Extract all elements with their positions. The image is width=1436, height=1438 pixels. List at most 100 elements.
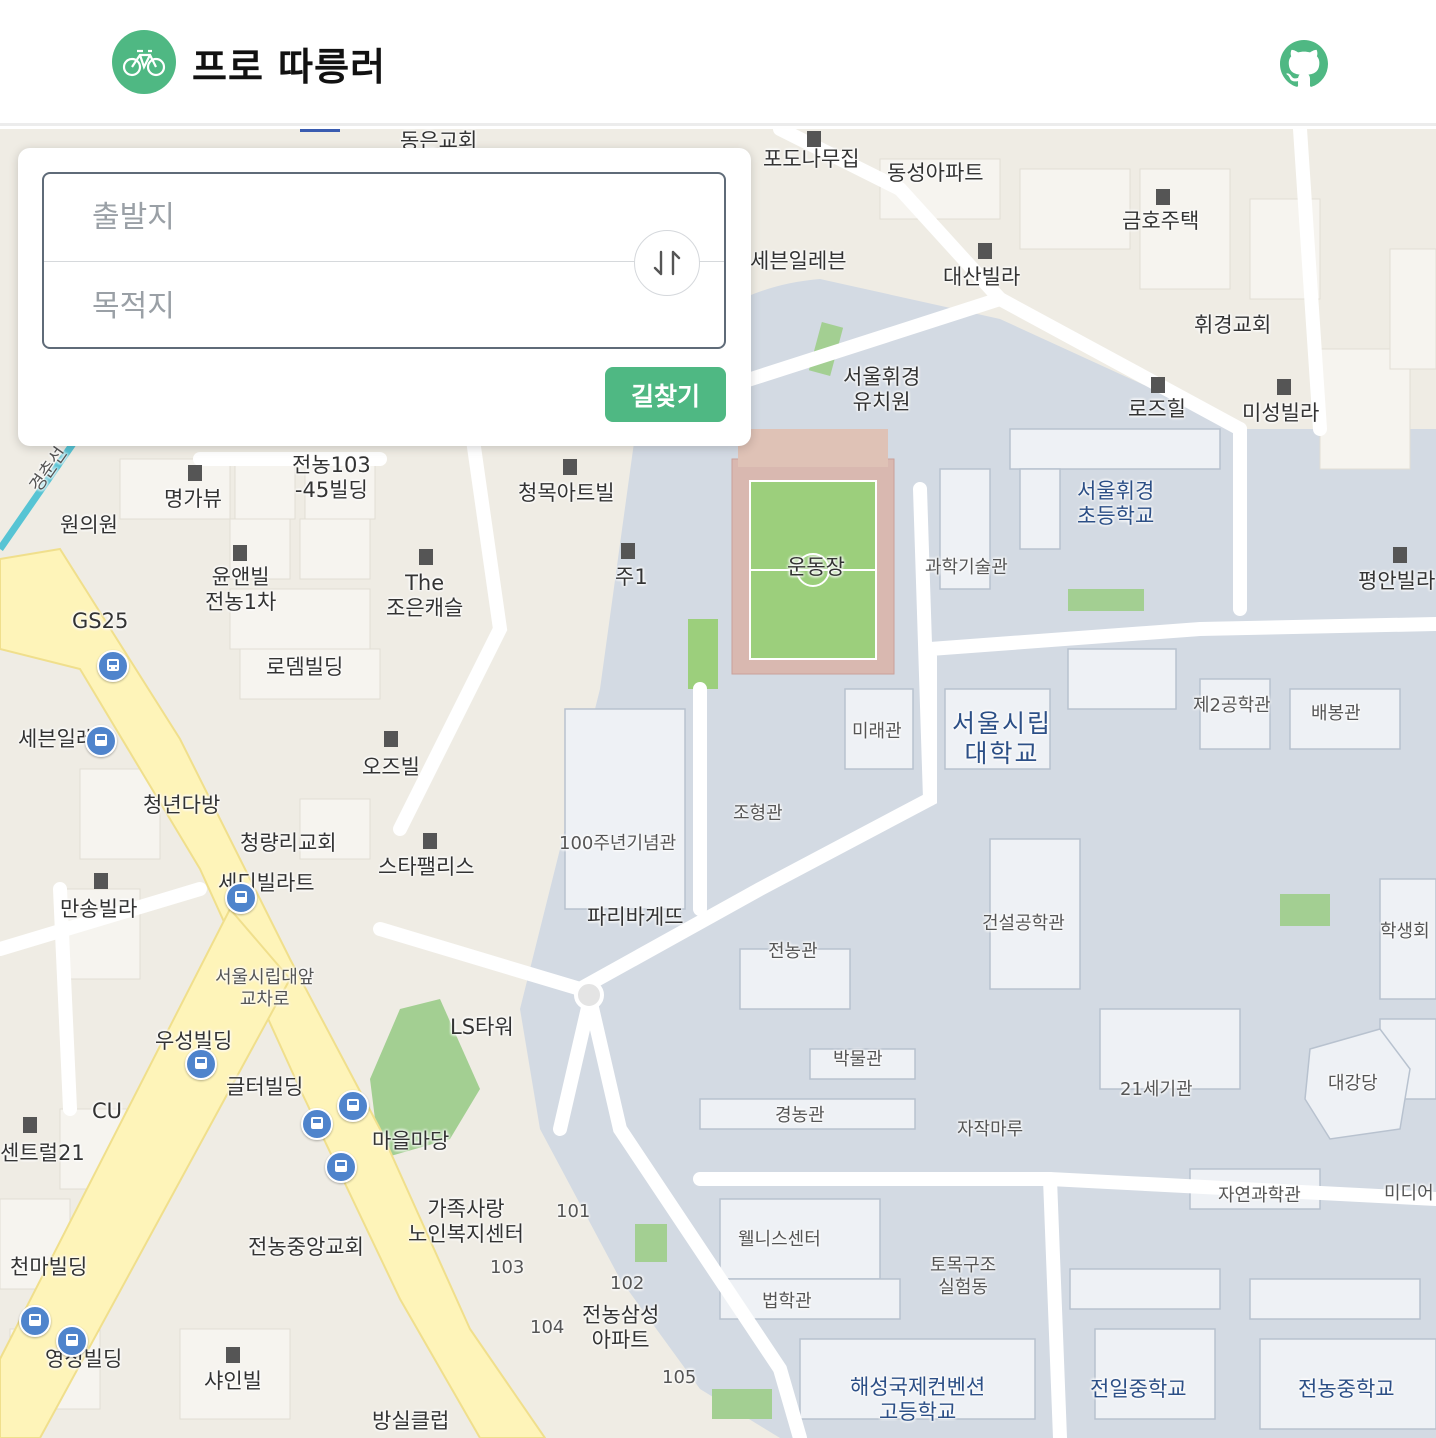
map-label: 로뎀빌딩 [266,655,344,679]
building-icon [94,873,108,889]
map-label: 조형관 [733,803,783,824]
map-label: 웰니스센터 [738,1229,821,1250]
map-label: 전농103 -45빌딩 [292,453,371,503]
map-label: 자연과학관 [1218,1185,1301,1206]
map-label: 파리바게뜨 [587,905,684,929]
app-title: 프로 따릉러 [192,45,387,89]
map-label: 서울시립 대학교 [952,709,1053,768]
map-label: 센트럴21 [0,1141,85,1165]
map-label: 전농삼성 아파트 [582,1303,660,1353]
bus-stop-icon[interactable] [85,725,117,757]
map-label: 윤앤빌 전농1차 [205,565,277,615]
map-label: 포도나무집 [763,147,860,171]
building-icon [23,1117,37,1133]
building-icon [233,545,247,561]
map-label: 금호주택 [1122,209,1200,233]
building-icon [1393,547,1407,563]
map-label: 주1 [615,565,648,589]
input-divider [44,261,724,262]
map-label: 청목아트빌 [518,481,615,505]
building-icon [226,1347,240,1363]
map-label: 전농중앙교회 [248,1235,364,1259]
building-icon [1156,189,1170,205]
bicycle-icon[interactable] [112,30,176,94]
map-label: 자작마루 [957,1119,1024,1140]
bus-stop-icon[interactable] [19,1305,51,1337]
map-label: 대산빌라 [943,265,1021,289]
map-label: 104 [530,1317,565,1338]
building-icon [621,543,635,559]
map-label: 가족사랑 노인복지센터 [408,1197,524,1247]
map-label: 경농관 [775,1105,825,1126]
bus-stop-icon[interactable] [337,1090,369,1122]
swap-button[interactable] [634,230,700,296]
map-label: CU [92,1099,123,1123]
map-label: 배봉관 [1311,703,1361,724]
map-label: GS25 [72,609,129,633]
destination-input[interactable] [44,263,724,349]
map-label: 운동장 [787,555,845,579]
map-label: 전농관 [768,941,818,962]
map-label: 미성빌라 [1242,401,1320,425]
github-icon[interactable] [1280,40,1328,88]
map-label: 청량리교회 [240,831,337,855]
origin-input[interactable] [44,174,724,260]
map-label: 오즈빌 [362,755,420,779]
building-icon [1151,377,1165,393]
bus-stop-icon[interactable] [325,1151,357,1183]
map-label: 학생회 [1380,921,1430,942]
map-label: 100주년기념관 [559,833,677,854]
map-label: LS타워 [450,1015,514,1039]
building-icon [188,465,202,481]
map-label: 세븐일레븐 [750,249,847,273]
map-label: 과학기술관 [925,557,1008,578]
map-label: 마을마당 [372,1129,450,1153]
map-label: 만송빌라 [60,897,138,921]
map-label: 105 [662,1367,697,1388]
swap-vertical-icon [653,250,681,276]
map-label: 평안빌라 [1358,569,1436,593]
map-label: 샤인빌 [204,1369,262,1393]
route-input-group [42,172,726,349]
bus-stop-icon[interactable] [56,1325,88,1357]
building-icon [419,549,433,565]
map-label: 스타팰리스 [378,855,475,879]
bus-stop-icon[interactable] [97,650,129,682]
map-label: 제2공학관 [1193,695,1271,716]
map-label: 토목구조 실험동 [930,1255,997,1298]
map-label: 103 [490,1257,525,1278]
map-label: 전일중학교 [1090,1377,1187,1401]
map-label: 서울시립대앞 교차로 [215,967,315,1010]
map-label: 박물관 [833,1049,883,1070]
map-label: 방실클럽 [372,1409,450,1433]
bus-stop-icon[interactable] [225,882,257,914]
map-label: 법학관 [762,1291,812,1312]
map-label: 해성국제컨벤션 고등학교 [850,1375,986,1425]
bus-stop-icon[interactable] [185,1048,217,1080]
map-label: 101 [556,1201,591,1222]
map-label: 원의원 [60,513,118,537]
map-label: 동성아파트 [887,161,984,185]
app-header: 프로 따릉러 [0,0,1436,126]
map-label: 미디어 [1384,1183,1434,1204]
map-label: The 조은캐슬 [386,571,464,621]
map-label: 천마빌딩 [10,1255,88,1279]
map-label: 휘경교회 [1194,313,1272,337]
map-label: 서울휘경 유치원 [843,365,921,415]
map-label: 명가뷰 [164,487,222,511]
building-icon [978,243,992,259]
map-label: 글터빌딩 [226,1075,304,1099]
route-search-panel: 길찾기 [18,148,751,446]
map-label: 서울휘경 초등학교 [1077,479,1155,529]
map-label: 102 [610,1273,645,1294]
map-label: 전농중학교 [1298,1377,1395,1401]
map-label: 건설공학관 [982,913,1065,934]
map-label: 대강당 [1328,1073,1378,1094]
building-icon [807,131,821,147]
building-icon [423,833,437,849]
find-route-button[interactable]: 길찾기 [605,367,726,422]
bus-stop-icon[interactable] [301,1108,333,1140]
building-icon [1277,379,1291,395]
building-icon [384,731,398,747]
map-label: 로즈힐 [1128,397,1186,421]
